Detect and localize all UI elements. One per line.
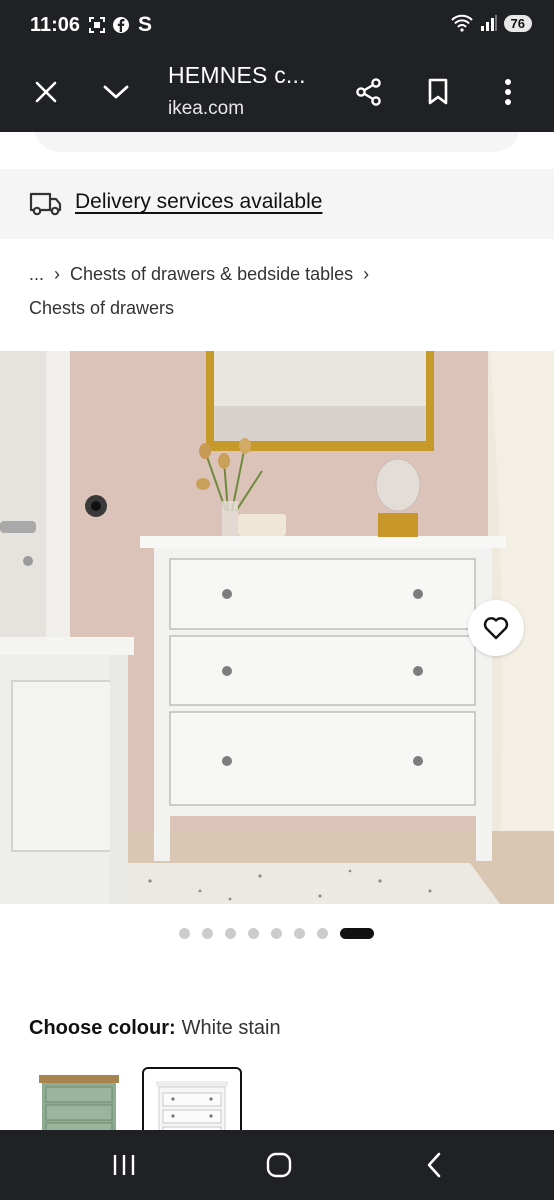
back-icon bbox=[427, 1152, 441, 1178]
carousel-dot[interactable] bbox=[294, 928, 305, 939]
more-icon bbox=[505, 79, 511, 105]
breadcrumb-category-link[interactable]: Chests of drawers & bedside tables bbox=[70, 264, 353, 284]
carousel-dot[interactable] bbox=[271, 928, 282, 939]
delivery-banner: Delivery services available bbox=[0, 169, 554, 239]
page-title: HEMNES c... bbox=[168, 62, 306, 88]
wifi-icon bbox=[450, 14, 473, 32]
close-button[interactable] bbox=[26, 72, 66, 112]
image-carousel-indicator bbox=[0, 927, 554, 941]
colour-option-white-stain[interactable] bbox=[142, 1067, 242, 1130]
close-icon bbox=[35, 81, 57, 103]
add-to-favourites-button[interactable] bbox=[468, 600, 524, 656]
chevron-right-icon: › bbox=[363, 264, 370, 284]
home-button[interactable] bbox=[259, 1148, 299, 1182]
system-navigation-bar bbox=[0, 1130, 554, 1200]
share-icon bbox=[356, 78, 381, 106]
recent-apps-icon bbox=[113, 1155, 135, 1175]
status-notification-icons: S bbox=[88, 13, 152, 37]
page-url: ikea.com bbox=[168, 98, 245, 119]
colour-option-green[interactable] bbox=[29, 1067, 129, 1130]
colour-label: Choose colour: bbox=[29, 1017, 176, 1039]
chevron-down-icon bbox=[103, 85, 129, 99]
battery-indicator: 76 bbox=[503, 14, 532, 32]
breadcrumb: ... › Chests of drawers & bedside tables › … bbox=[29, 257, 529, 325]
breadcrumb-ellipsis[interactable]: ... bbox=[29, 264, 44, 284]
carousel-dot[interactable] bbox=[317, 928, 328, 939]
signal-icon bbox=[480, 15, 497, 31]
carousel-dot[interactable] bbox=[202, 928, 213, 939]
status-time: 11:06 bbox=[30, 14, 81, 36]
search-bar-remnant bbox=[34, 132, 520, 152]
more-options-button[interactable] bbox=[488, 72, 528, 112]
carousel-dot[interactable] bbox=[248, 928, 259, 939]
product-image[interactable] bbox=[0, 351, 554, 904]
colour-value: White stain bbox=[181, 1017, 281, 1039]
status-app-letter: S bbox=[138, 13, 153, 36]
breadcrumb-current[interactable]: Chests of drawers bbox=[29, 298, 174, 318]
status-system-icons: 76 bbox=[450, 14, 532, 32]
carousel-dot-active[interactable] bbox=[340, 928, 374, 939]
facebook-icon bbox=[113, 17, 129, 33]
white-chest-thumbnail bbox=[156, 1081, 228, 1130]
carousel-dot[interactable] bbox=[179, 928, 190, 939]
bookmark-icon bbox=[428, 78, 448, 105]
green-chest-thumbnail bbox=[39, 1075, 119, 1130]
bookmark-button[interactable] bbox=[418, 72, 458, 112]
carousel-dot[interactable] bbox=[225, 928, 236, 939]
share-button[interactable] bbox=[349, 72, 389, 112]
web-page[interactable]: Delivery services available ... › Chests o… bbox=[0, 132, 554, 1130]
home-icon bbox=[266, 1152, 292, 1178]
status-bar: 11:06 S 76 bbox=[0, 0, 554, 52]
screenshot-icon bbox=[89, 17, 105, 33]
recent-apps-button[interactable] bbox=[104, 1148, 144, 1182]
back-button[interactable] bbox=[414, 1148, 454, 1182]
browser-toolbar: HEMNES c... ikea.com bbox=[0, 52, 554, 132]
heart-icon bbox=[483, 617, 509, 640]
colour-selector-heading: Choose colour: White stain bbox=[29, 1017, 281, 1040]
chevron-right-icon: › bbox=[54, 264, 61, 284]
delivery-services-link[interactable]: Delivery services available bbox=[75, 190, 322, 214]
collapse-button[interactable] bbox=[96, 72, 136, 112]
truck-icon bbox=[29, 192, 62, 216]
